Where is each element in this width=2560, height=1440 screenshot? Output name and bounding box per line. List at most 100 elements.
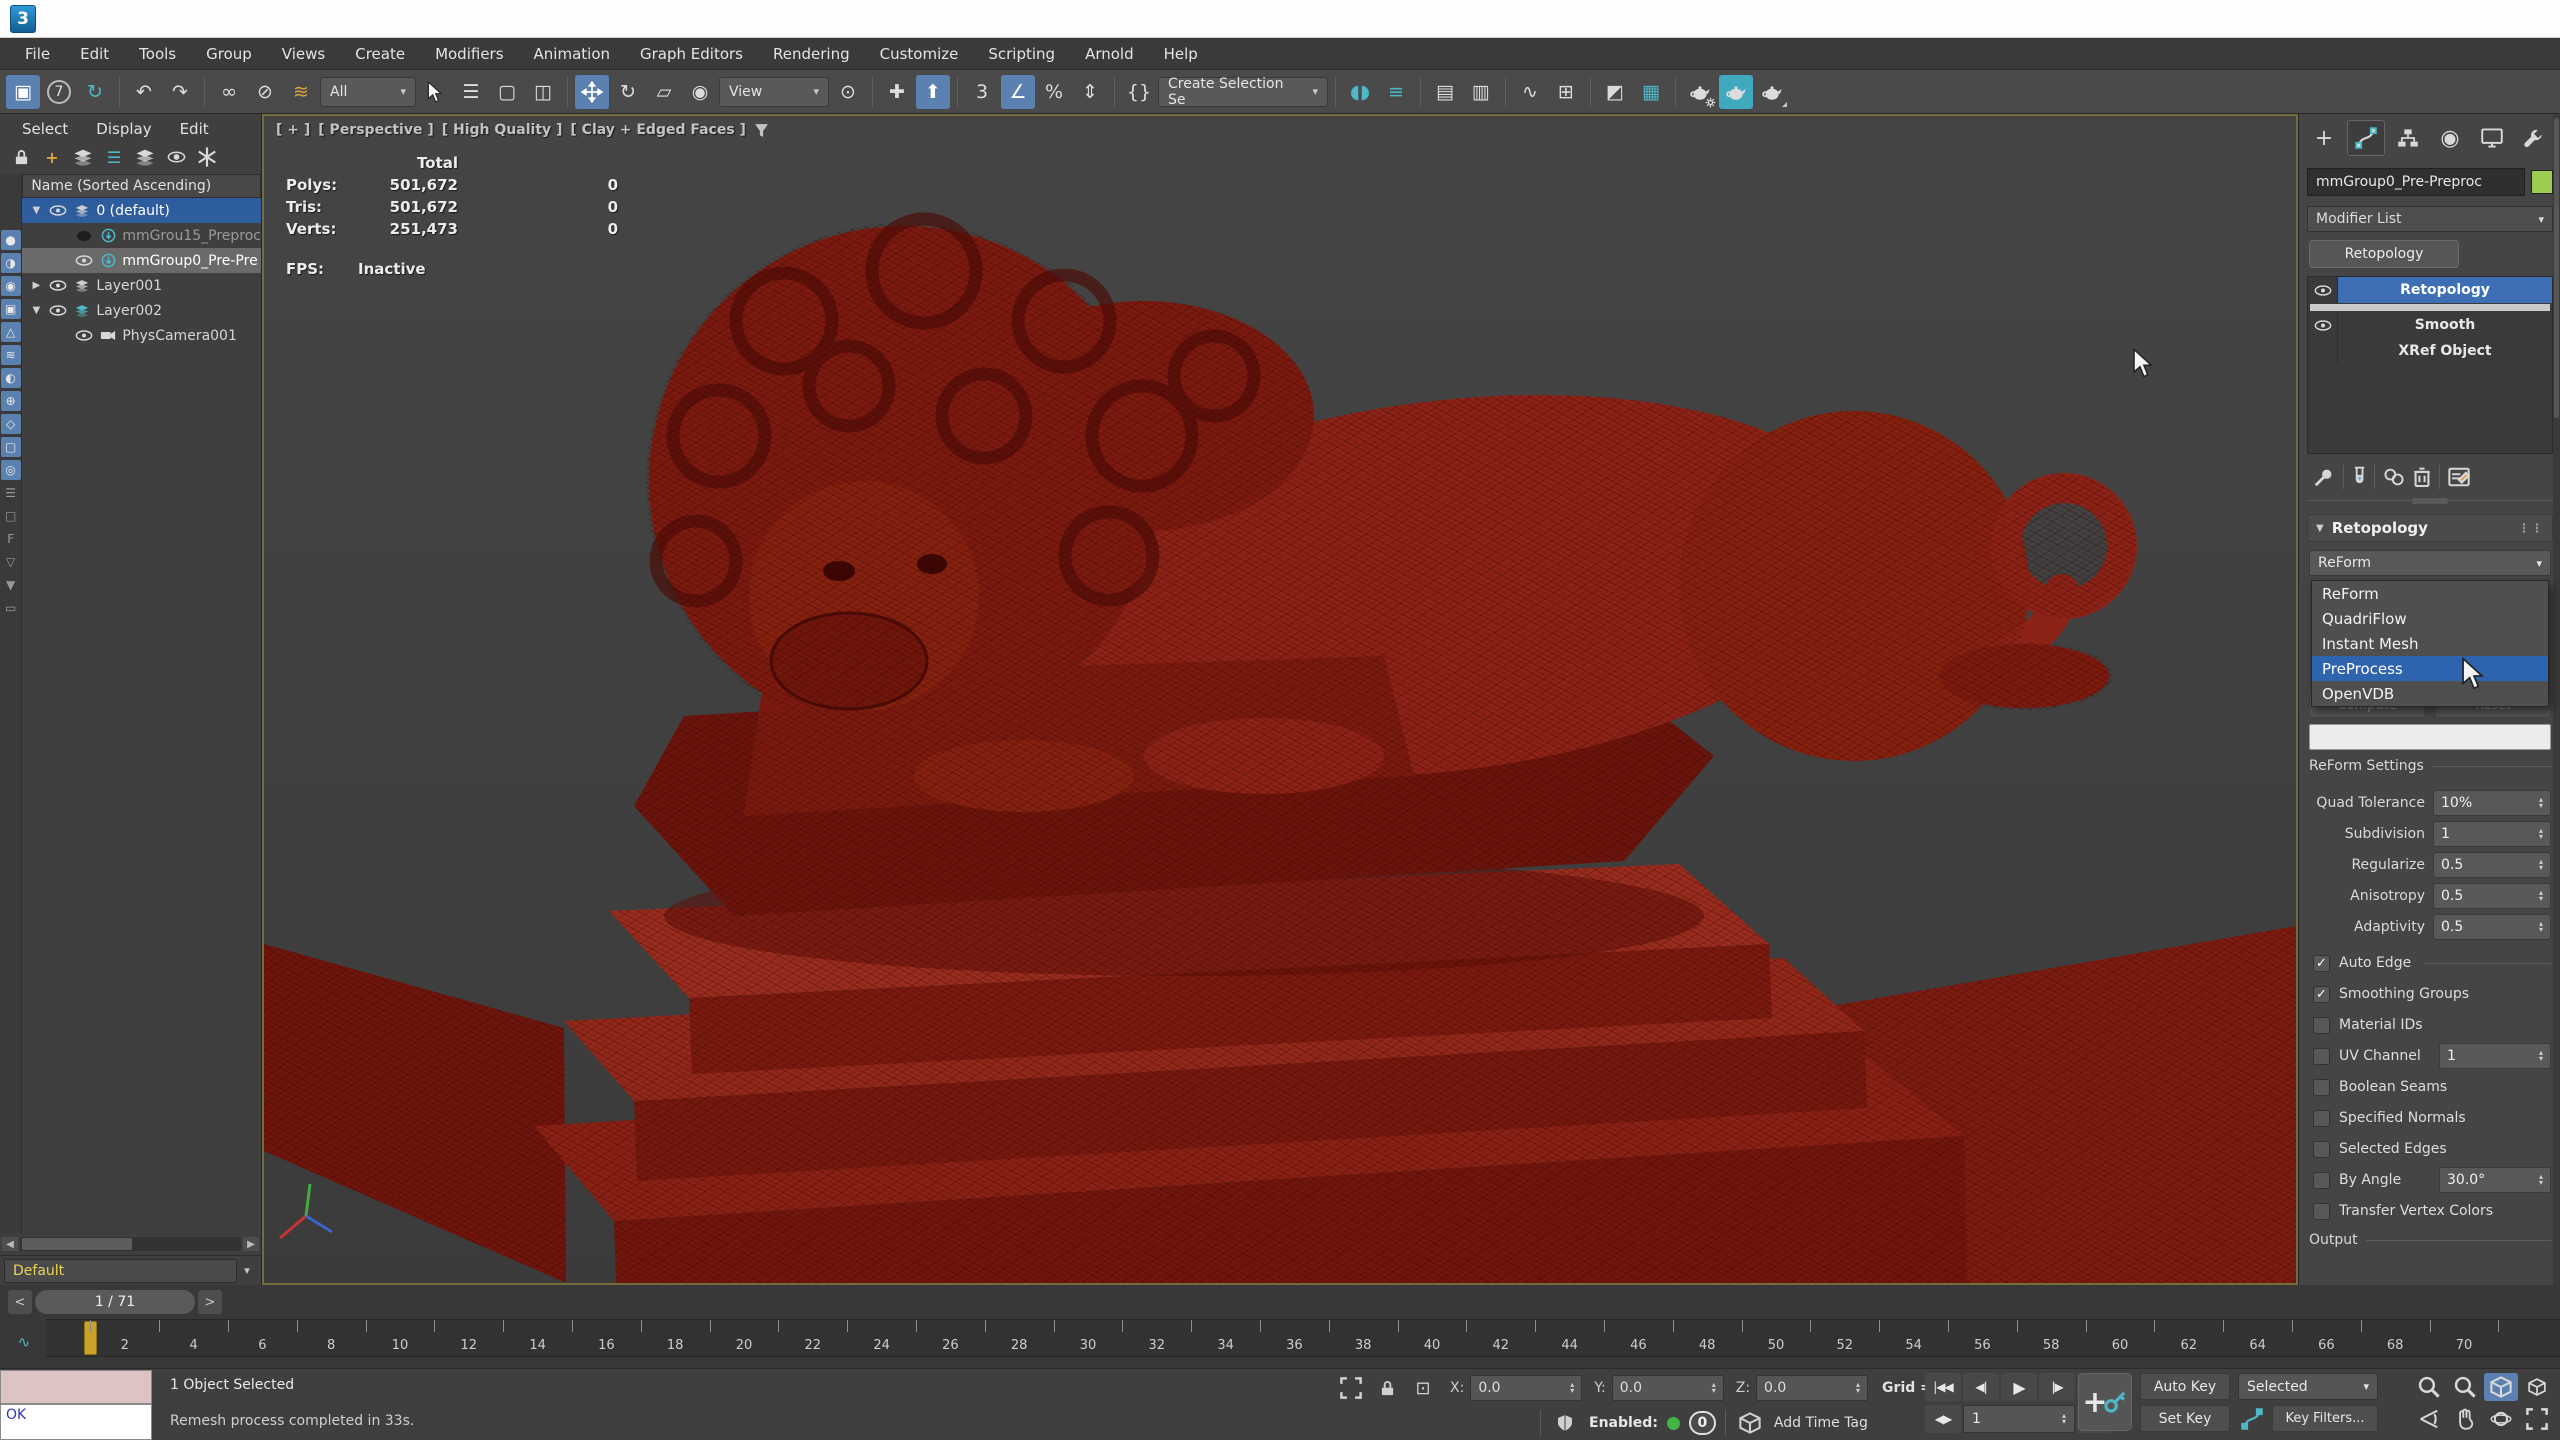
modifier-eye-icon[interactable] [2308,277,2338,303]
algorithm-option-instant-mesh[interactable]: Instant Mesh [2312,631,2548,656]
key-filters-mode-icon[interactable] [2238,1405,2266,1432]
object-name-field[interactable]: mmGroup0_Pre-Preproc [2307,168,2525,196]
rectangular-selection-region-button[interactable]: ▢ [490,75,524,109]
pin-stack-icon[interactable] [2313,466,2335,488]
animation-layer-count-badge[interactable]: 0 [1689,1411,1716,1435]
z-coord-field[interactable]: 0.0▴▾ [1756,1375,1868,1401]
filter-cameras-icon[interactable]: ▣ [1,299,21,319]
expand-toggle-icon[interactable]: ▶ [28,280,44,291]
checkbox[interactable] [2313,1203,2330,1220]
checkbox[interactable] [2313,1079,2330,1096]
scene-tree-row[interactable]: ▼ 0 (default) [22,198,261,223]
hierarchy-tab[interactable] [2389,120,2427,156]
create-tab[interactable]: + [2305,120,2343,156]
current-frame-field[interactable]: 1▴▾ [1963,1405,2075,1433]
zoom-all-icon[interactable] [2448,1373,2482,1401]
make-unique-icon[interactable] [2383,466,2405,488]
key-selection-dropdown[interactable]: Selected▾ [2238,1373,2378,1400]
previous-frame-icon[interactable]: < [8,1290,32,1314]
setting-value-field[interactable]: 0.5▴▾ [2433,883,2551,909]
scene-tree-row[interactable]: PhysCamera001 [22,323,261,348]
motion-tab[interactable]: ◉ [2431,120,2469,156]
explorer-menu-display[interactable]: Display [84,120,163,138]
setting-value-field[interactable]: 10%▴▾ [2433,790,2551,816]
select-and-link-icon[interactable]: ∞ [212,75,246,109]
key-filters-button[interactable]: Key Filters... [2272,1405,2378,1432]
panel-splitter-grip[interactable] [2307,500,2553,508]
scene-tree-row[interactable]: mmGroup0_Pre-Pre [22,248,261,273]
redo-button[interactable]: ↷ [163,75,197,109]
hierarchy-view-icon[interactable]: ☰ [103,146,125,168]
spinner-icon[interactable]: ▴▾ [1570,1382,1574,1394]
configure-modifier-sets-icon[interactable] [2448,466,2470,488]
menu-item-graph-editors[interactable]: Graph Editors [625,45,758,63]
modify-tab[interactable] [2347,120,2385,156]
use-pivot-point-center-button[interactable]: ⊙ [831,75,865,109]
chevron-down-icon[interactable]: ▾ [237,1264,257,1277]
material-editor-button[interactable]: ◩ [1598,75,1632,109]
create-new-layer-icon[interactable]: + [41,146,63,168]
window-crossing-toggle-button[interactable]: ◫ [526,75,560,109]
schematic-view-button[interactable]: ⊞ [1549,75,1583,109]
expand-toggle-icon[interactable]: ▼ [28,205,44,216]
render-setup-button[interactable]: ▦ [1634,75,1668,109]
spinner-icon[interactable]: ▴▾ [2539,890,2543,902]
go-to-start-button[interactable]: |◀◀ [1925,1373,1961,1401]
checkbox[interactable] [2313,1048,2330,1065]
menu-item-customize[interactable]: Customize [865,45,974,63]
utilities-tab[interactable] [2515,120,2553,156]
viewport-filter-funnel-icon[interactable] [754,123,769,138]
menu-item-modifiers[interactable]: Modifiers [420,45,518,63]
select-and-rotate-button[interactable]: ↻ [611,75,645,109]
algorithm-option-preprocess[interactable]: PreProcess [2312,656,2548,681]
checkbox[interactable] [2313,1172,2330,1189]
orbit-icon[interactable] [2484,1405,2518,1433]
spinner-icon[interactable]: ▴▾ [2539,1050,2543,1062]
viewport-quality-menu[interactable]: [ High Quality ] [442,122,563,138]
panel-scrollbar-thumb[interactable] [2554,118,2559,418]
checkbox-value-field[interactable]: 1▴▾ [2439,1043,2551,1069]
filter-containers-icon[interactable]: ▢ [1,437,21,457]
select-and-move-button[interactable] [575,75,609,109]
setting-value-field[interactable]: 0.5▴▾ [2433,914,2551,940]
pan-hand-icon[interactable] [2448,1405,2482,1433]
filter-space-warps-icon[interactable]: ≋ [1,345,21,365]
scrollbar-thumb[interactable] [22,1238,132,1250]
filter-xrefs-icon[interactable]: ⊕ [1,391,21,411]
undo-button[interactable]: ↶ [127,75,161,109]
menu-item-create[interactable]: Create [340,45,420,63]
lock-cell-editing-icon[interactable] [10,146,32,168]
isolate-selection-icon[interactable] [1336,1374,1366,1402]
add-to-active-layer-icon[interactable] [72,146,94,168]
absolute-offset-toggle-icon[interactable]: ⊡ [1408,1374,1438,1402]
menu-item-scripting[interactable]: Scripting [973,45,1070,63]
remove-modifier-trash-icon[interactable] [2413,466,2431,488]
spinner-icon[interactable]: ▴▾ [2539,797,2543,809]
angle-snap-toggle-button[interactable]: ∠ [1001,75,1035,109]
open-mini-curve-editor-icon[interactable]: ∿ [8,1325,40,1359]
spinner-icon[interactable]: ▴▾ [1712,1382,1716,1394]
modifier-stack-row-smooth[interactable]: Smooth [2308,312,2552,338]
visibility-eye-icon[interactable] [48,305,68,316]
menu-item-arnold[interactable]: Arnold [1070,45,1149,63]
checkbox-value-field[interactable]: 30.0°▴▾ [2439,1167,2551,1193]
filter-bones-icon[interactable]: ◇ [1,414,21,434]
bind-to-space-warp-icon[interactable]: ≋ [284,75,318,109]
filter-frozen-icon[interactable]: F [1,529,21,549]
maximize-viewport-toggle-icon[interactable] [2520,1405,2554,1433]
select-and-place-button[interactable]: ◉ [683,75,717,109]
visibility-eye-icon[interactable] [48,280,68,291]
filter-filter-icon[interactable]: ▼ [1,575,21,595]
maxscript-listener-output[interactable]: OK [0,1404,152,1440]
rendered-frame-window-button[interactable] [1719,75,1753,109]
set-keys-button[interactable]: + [2078,1373,2132,1431]
hold-button[interactable]: 7 [42,75,76,109]
frame-counter-value[interactable]: 1 / 71 [35,1290,195,1314]
3dsmax-logo-icon[interactable]: 3 [10,5,36,33]
filter-helpers-icon[interactable]: △ [1,322,21,342]
stack-drag-bar[interactable] [2310,304,2550,311]
snap-toggle-3d-button[interactable]: 3 [965,75,999,109]
algorithm-option-quadriflow[interactable]: QuadriFlow [2312,606,2548,631]
visibility-eye-icon[interactable] [74,231,94,241]
next-frame-icon[interactable]: > [198,1290,222,1314]
